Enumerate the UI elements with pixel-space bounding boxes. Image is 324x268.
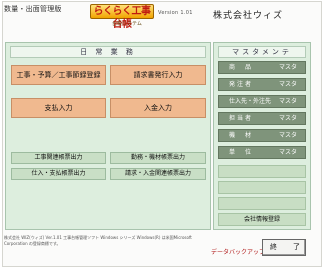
logo-text: らくらく工事台帳 (90, 4, 154, 30)
daily-operations-panel: 日 常 業 務 工事・予算／工事節録登録 請求書発行入力 支払入力 入金入力 工… (5, 42, 211, 230)
construction-report-button[interactable]: 工事関連帳票出力 (11, 152, 106, 164)
payment-entry-button[interactable]: 支払入力 (11, 98, 106, 118)
master-item-label: 単 位 (229, 149, 254, 156)
master-item-label: 機 材 (229, 132, 254, 139)
master-suffix: マスタ (278, 149, 297, 156)
invoice-issue-button[interactable]: 請求書発行入力 (110, 65, 206, 85)
master-item-label: 仕入先・外注先 (229, 98, 272, 105)
attendance-equipment-report-button[interactable]: 勤務・機材帳票出力 (110, 152, 206, 164)
equipment-master-button[interactable]: 機 材 マスタ (218, 129, 306, 142)
staff-master-button[interactable]: 担当者 マスタ (218, 112, 306, 125)
exit-label-left: 終 (270, 243, 277, 251)
empty-master-slot (218, 165, 306, 178)
master-suffix: マスタ (278, 132, 297, 139)
company-info-button[interactable]: 会社情報登録 (218, 213, 306, 226)
master-maintenance-title: マスタメンテ (218, 46, 306, 58)
unit-master-button[interactable]: 単 位 マスタ (218, 146, 306, 159)
footer-text: 株式会社 WIZ(ウィズ) Ver.1.01 工事台帳管理ソフト Windows… (4, 235, 192, 246)
product-master-button[interactable]: 商 品 マスタ (218, 61, 306, 74)
billing-deposit-report-button[interactable]: 請求・入金関連帳票出力 (110, 168, 206, 180)
master-item-label: 商 品 (229, 64, 254, 71)
company-name: 株式会社ウィズ (213, 11, 284, 21)
orderer-master-button[interactable]: 発注者 マスタ (218, 78, 306, 91)
master-suffix: マスタ (278, 81, 297, 88)
exit-button[interactable]: 終 了 (262, 239, 306, 256)
master-suffix: マスタ (278, 98, 297, 105)
purchase-payment-report-button[interactable]: 仕入・支払帳票出力 (11, 168, 106, 180)
exit-label-right: 了 (293, 243, 300, 251)
empty-master-slot (218, 197, 306, 210)
construction-budget-button[interactable]: 工事・予算／工事節録登録 (11, 65, 106, 85)
master-suffix: マスタ (278, 64, 297, 71)
app-logo: らくらく工事台帳 台帳システム (90, 4, 154, 30)
supplier-master-button[interactable]: 仕入先・外注先 マスタ (218, 95, 306, 108)
master-suffix: マスタ (278, 115, 297, 122)
master-maintenance-panel: マスタメンテ 商 品 マスタ 発注者 マスタ 仕入先・外注先 マスタ 担当者 マ… (213, 42, 311, 230)
version-label: Version 1.01 (158, 10, 193, 16)
daily-operations-title: 日 常 業 務 (10, 46, 206, 58)
master-item-label: 担当者 (229, 115, 254, 122)
data-backup-link[interactable]: データバックアップ (211, 247, 265, 256)
empty-master-slot (218, 181, 306, 194)
deposit-entry-button[interactable]: 入金入力 (110, 98, 206, 118)
subsystem-label: 数量・出面管理版 (4, 5, 62, 13)
logo-subtitle: 台帳システム (112, 21, 142, 27)
master-item-label: 発注者 (229, 81, 254, 88)
